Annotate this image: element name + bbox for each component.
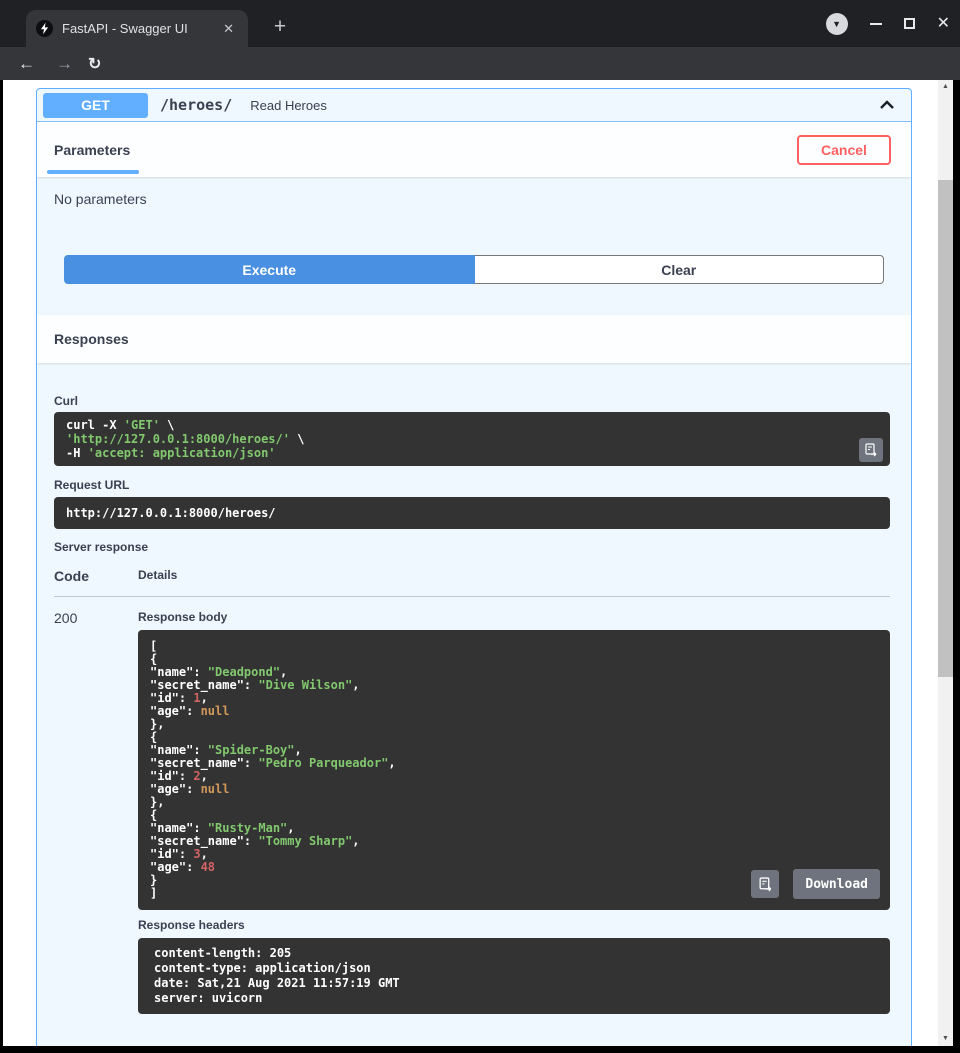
curl-label: Curl bbox=[54, 394, 890, 408]
no-parameters-text: No parameters bbox=[37, 177, 911, 207]
curl-command-text: curl -X 'GET' \ 'http://127.0.0.1:8000/h… bbox=[66, 418, 878, 460]
reload-button[interactable]: ↻ bbox=[88, 54, 101, 74]
window-close-button[interactable]: ✕ bbox=[937, 16, 950, 32]
page-scrollbar[interactable]: ▲ ▼ bbox=[938, 80, 953, 1046]
response-body-label: Response body bbox=[138, 610, 890, 624]
status-code: 200 bbox=[54, 610, 138, 1014]
parameters-header: Parameters Cancel bbox=[37, 122, 911, 177]
operation-summary: Read Heroes bbox=[250, 98, 327, 113]
browser-tab[interactable]: FastAPI - Swagger UI ✕ bbox=[26, 10, 248, 47]
fastapi-favicon-icon bbox=[36, 20, 53, 37]
method-badge: GET bbox=[43, 93, 148, 118]
browser-titlebar: FastAPI - Swagger UI ✕ + ▼ ✕ bbox=[0, 0, 960, 47]
copy-response-button[interactable] bbox=[751, 870, 779, 898]
page-content: GET /heroes/ Read Heroes Parameters Canc… bbox=[3, 80, 953, 1046]
server-response-label: Server response bbox=[54, 540, 890, 554]
request-url-block: http://127.0.0.1:8000/heroes/ bbox=[54, 497, 890, 529]
forward-button[interactable]: → bbox=[56, 54, 73, 74]
responses-body: Curl curl -X 'GET' \ 'http://127.0.0.1:8… bbox=[37, 363, 911, 1034]
request-url-label: Request URL bbox=[54, 478, 890, 492]
opblock-get-heroes: GET /heroes/ Read Heroes Parameters Canc… bbox=[36, 88, 912, 1046]
code-column-header: Code bbox=[54, 568, 138, 584]
responses-title: Responses bbox=[54, 331, 129, 347]
curl-command-block: curl -X 'GET' \ 'http://127.0.0.1:8000/h… bbox=[54, 412, 890, 466]
clear-button[interactable]: Clear bbox=[475, 255, 885, 284]
collapse-chevron-icon[interactable] bbox=[877, 97, 897, 113]
tab-search-icon[interactable]: ▼ bbox=[826, 13, 848, 35]
response-headers-label: Response headers bbox=[138, 918, 890, 932]
tab-parameters[interactable]: Parameters bbox=[54, 142, 130, 158]
response-row-200: 200 Response body [ { "name": "Deadpond"… bbox=[54, 597, 890, 1014]
maximize-button[interactable] bbox=[904, 18, 915, 29]
copy-curl-button[interactable] bbox=[859, 438, 883, 462]
tab-title: FastAPI - Swagger UI bbox=[62, 21, 219, 36]
minimize-button[interactable] bbox=[870, 23, 882, 25]
response-body-json: [ { "name": "Deadpond", "secret_name": "… bbox=[150, 640, 878, 900]
scrollbar-up-icon[interactable]: ▲ bbox=[938, 80, 953, 94]
request-url-text: http://127.0.0.1:8000/heroes/ bbox=[66, 506, 276, 520]
browser-toolbar: ← → ↻ ⓘ 127.0.0.1:8000/docs#/default/rea… bbox=[0, 47, 960, 80]
scrollbar-down-icon[interactable]: ▼ bbox=[938, 1032, 953, 1046]
execute-button[interactable]: Execute bbox=[64, 255, 475, 284]
active-tab-underline bbox=[47, 170, 139, 174]
opblock-summary[interactable]: GET /heroes/ Read Heroes bbox=[37, 89, 911, 122]
response-table-header: Code Details bbox=[54, 568, 890, 597]
response-headers-text: content-length: 205content-type: applica… bbox=[154, 946, 878, 1006]
download-button[interactable]: Download bbox=[793, 869, 880, 899]
response-body-block: [ { "name": "Deadpond", "secret_name": "… bbox=[138, 630, 890, 910]
new-tab-button[interactable]: + bbox=[266, 13, 294, 41]
cancel-button[interactable]: Cancel bbox=[797, 135, 891, 165]
details-column-header: Details bbox=[138, 568, 177, 584]
server-response-table: Code Details 200 Response body [ { "name… bbox=[54, 568, 890, 1014]
scrollbar-thumb[interactable] bbox=[938, 180, 953, 677]
tab-close-icon[interactable]: ✕ bbox=[219, 19, 238, 39]
response-headers-block: content-length: 205content-type: applica… bbox=[138, 938, 890, 1014]
responses-header: Responses bbox=[37, 315, 911, 363]
back-button[interactable]: ← bbox=[18, 54, 35, 74]
execute-row: Execute Clear bbox=[64, 255, 884, 284]
operation-path: /heroes/ bbox=[160, 96, 232, 114]
